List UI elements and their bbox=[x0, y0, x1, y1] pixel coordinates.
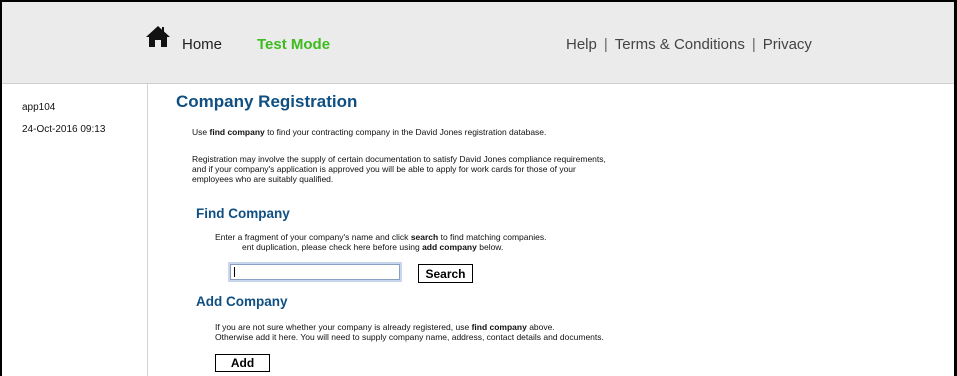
session-datetime: 24-Oct-2016 09:13 bbox=[22, 124, 106, 135]
nav-terms-link[interactable]: Terms & Conditions bbox=[615, 36, 745, 53]
top-nav-bar: Home Test Mode Help | Terms & Conditions | P… bbox=[2, 2, 954, 84]
sidebar: app104 24-Oct-2016 09:13 bbox=[2, 84, 148, 376]
find-company-instructions: Enter a fragment of your company's name … bbox=[215, 232, 547, 252]
nav-privacy-link[interactable]: Privacy bbox=[763, 36, 812, 53]
company-search-input[interactable] bbox=[230, 264, 400, 280]
search-button[interactable]: Search bbox=[418, 264, 473, 283]
registration-info-text: Registration may involve the supply of c… bbox=[192, 154, 606, 184]
nav-right-links: Help | Terms & Conditions | Privacy bbox=[566, 36, 812, 53]
find-company-emphasis: find company bbox=[209, 127, 265, 137]
add-company-heading: Add Company bbox=[196, 294, 288, 309]
text-caret bbox=[234, 267, 235, 277]
nav-help-link[interactable]: Help bbox=[566, 36, 597, 53]
page-title: Company Registration bbox=[176, 92, 358, 111]
nav-home-link[interactable]: Home bbox=[182, 36, 222, 53]
nav-separator: | bbox=[751, 36, 756, 53]
test-mode-indicator: Test Mode bbox=[257, 36, 331, 53]
add-company-button[interactable]: Add bbox=[215, 354, 270, 372]
intro-text: Use find company to find your contractin… bbox=[192, 127, 547, 137]
add-company-instructions: If you are not sure whether your company… bbox=[215, 322, 604, 342]
find-company-heading: Find Company bbox=[196, 206, 290, 221]
app-id-label: app104 bbox=[22, 102, 56, 113]
home-icon[interactable] bbox=[145, 24, 171, 48]
nav-separator: | bbox=[603, 36, 608, 53]
page-frame: Home Test Mode Help | Terms & Conditions | P… bbox=[0, 0, 957, 376]
